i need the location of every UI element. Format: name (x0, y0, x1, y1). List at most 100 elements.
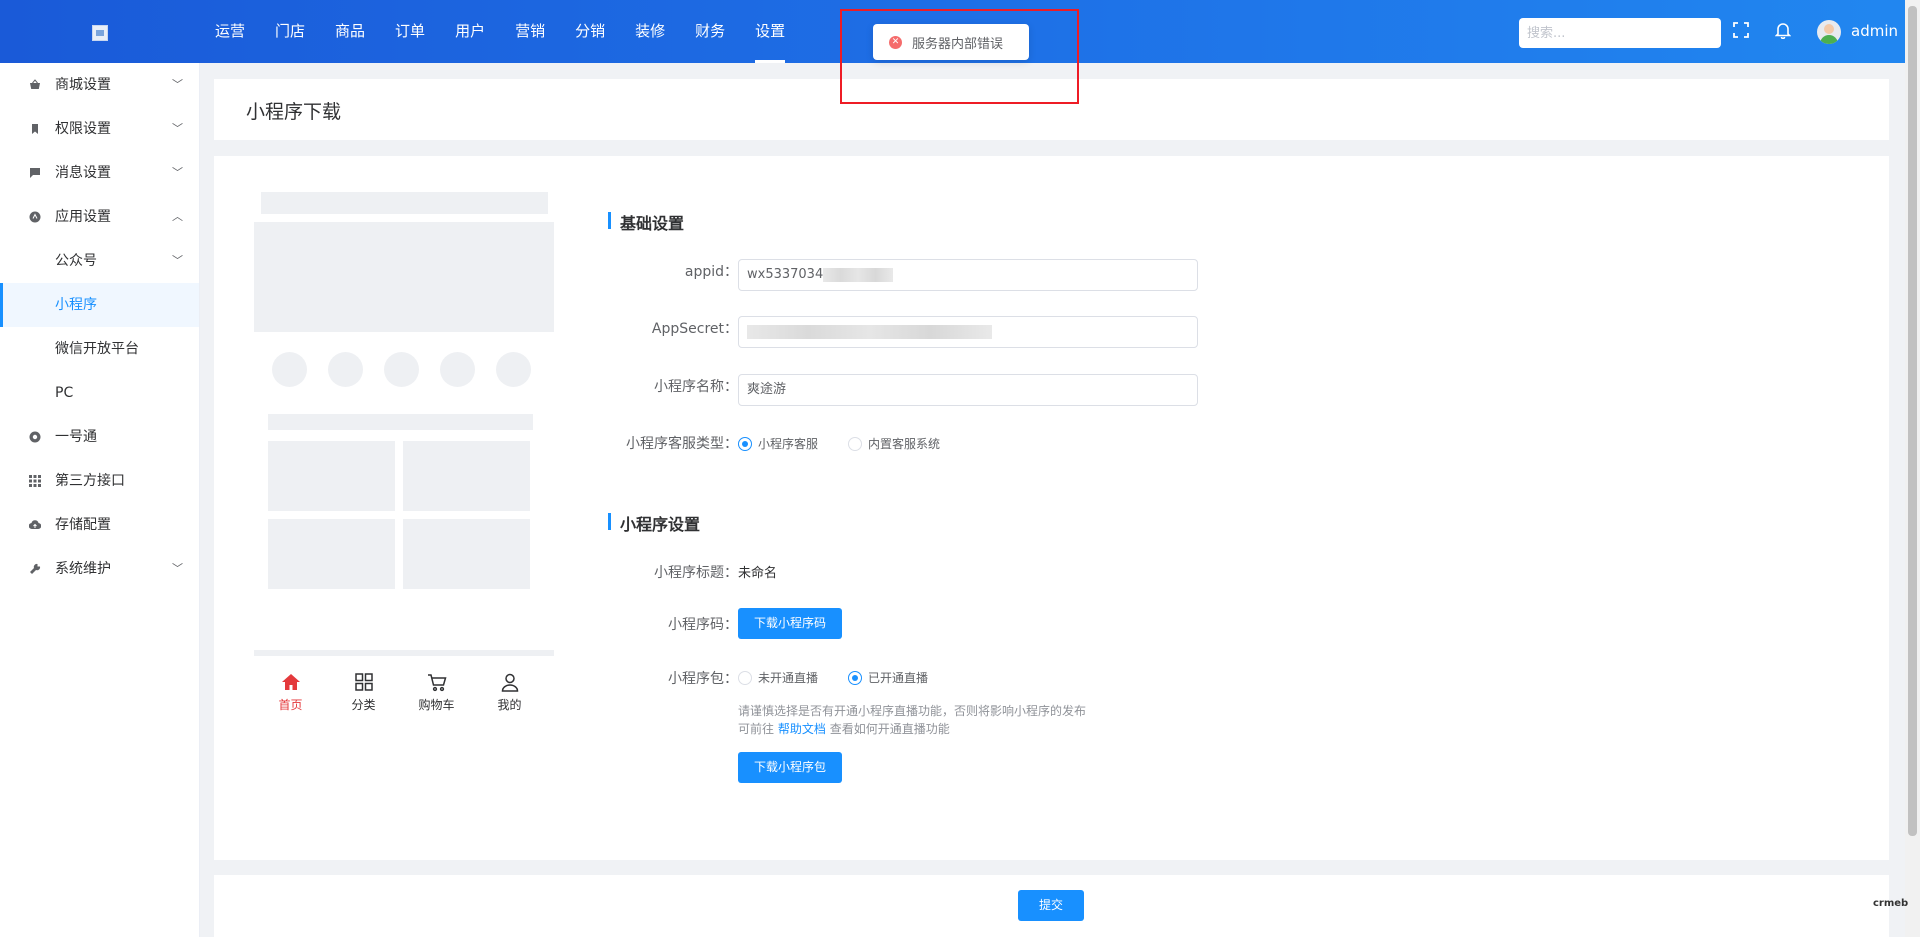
preview-tab-cart: 购物车 (400, 664, 473, 724)
skeleton-card (403, 519, 530, 589)
preview-tab-label: 分类 (351, 698, 376, 712)
help-doc-link[interactable]: 帮助文档 (778, 722, 826, 736)
skeleton-bar (261, 192, 548, 214)
message-icon (30, 168, 40, 178)
radio-label[interactable]: 小程序客服 (758, 435, 818, 452)
preview-tab-mine: 我的 (473, 664, 546, 724)
onepass-icon (29, 431, 41, 443)
fullscreen-icon[interactable] (1733, 22, 1749, 38)
sidebar-item-label: 公众号 (55, 253, 97, 269)
wrench-icon (30, 563, 41, 574)
topnav-marketing[interactable]: 营销 (500, 0, 560, 63)
search-input[interactable] (1519, 18, 1721, 48)
service-option-mini-radio[interactable] (738, 436, 752, 451)
submit-button[interactable]: 提交 (1018, 890, 1084, 921)
cloud-upload-icon (29, 520, 41, 530)
appid-input[interactable]: wx5337034 (738, 259, 1198, 291)
chevron-down-icon: ﹀ (172, 78, 183, 91)
sidebar-item-wechat-open-platform[interactable]: 微信开放平台 (0, 327, 199, 371)
topnav-stores[interactable]: 门店 (260, 0, 320, 63)
topnav-users[interactable]: 用户 (440, 0, 500, 63)
skeleton-card (403, 441, 530, 511)
skeleton-circle (328, 352, 363, 387)
sidebar-item-pc[interactable]: PC (0, 371, 199, 415)
skeleton-circle (272, 352, 307, 387)
download-package-button[interactable]: 下载小程序包 (738, 752, 842, 783)
package-tip: 请谨慎选择是否有开通小程序直播功能，否则将影响小程序的发布 可前往 帮助文档 查… (738, 702, 1086, 738)
page-header: 小程序下载 (214, 79, 1889, 140)
scrollbar-thumb[interactable] (1908, 6, 1917, 836)
sidebar-item-mini-program[interactable]: 小程序 (0, 283, 199, 327)
preview-tab-category: 分类 (327, 664, 400, 724)
avatar[interactable] (1817, 20, 1841, 44)
bookmark-icon (32, 124, 38, 134)
brand-watermark: crmeb (1873, 898, 1909, 909)
chevron-down-icon: ﹀ (172, 166, 183, 179)
preview-tab-label: 我的 (497, 698, 522, 712)
topnav-decoration[interactable]: 装修 (620, 0, 680, 63)
package-label: 小程序包： (668, 671, 738, 687)
package-no-live-radio[interactable] (738, 670, 752, 685)
package-live-radio[interactable] (848, 670, 863, 685)
page-title: 小程序下载 (246, 101, 342, 123)
mini-program-name-input[interactable]: 爽途游 (738, 374, 1198, 406)
skeleton-bar (268, 414, 533, 430)
topnav-orders[interactable]: 订单 (380, 0, 440, 63)
sidebar-item-app-settings[interactable]: 应用设置 ︿ (0, 195, 199, 239)
package-radio-group: 未开通直播 已开通直播 (738, 669, 928, 686)
sidebar-item-label: 权限设置 (55, 121, 111, 137)
appid-label: appid： (684, 264, 738, 280)
mini-program-name-label: 小程序名称： (654, 379, 738, 395)
sidebar-item-official-account[interactable]: 公众号 ﹀ (0, 239, 199, 283)
topnav-settings[interactable]: 设置 (740, 0, 800, 63)
topnav-products[interactable]: 商品 (320, 0, 380, 63)
masked-text (823, 267, 894, 282)
logo-image-icon[interactable] (92, 25, 108, 41)
tip-line: 可前往 帮助文档 查看如何开通直播功能 (738, 720, 1086, 738)
radio-label[interactable]: 未开通直播 (758, 669, 818, 686)
masked-text (747, 324, 992, 339)
sidebar-item-system-maintenance[interactable]: 系统维护 ﹀ (0, 547, 199, 591)
sidebar-item-third-party-api[interactable]: 第三方接口 (0, 459, 199, 503)
basket-icon (30, 79, 40, 89)
radio-label[interactable]: 已开通直播 (868, 669, 928, 686)
radio-label[interactable]: 内置客服系统 (868, 435, 940, 452)
section-title-mini-program: 小程序设置 (608, 511, 700, 535)
sidebar-item-label: 商城设置 (55, 77, 111, 93)
bell-icon[interactable] (1775, 22, 1791, 39)
sidebar-item-mall-settings[interactable]: 商城设置 ﹀ (0, 63, 199, 107)
topnav-finance[interactable]: 财务 (680, 0, 740, 63)
skeleton-card (268, 441, 395, 511)
username[interactable]: admin (1851, 22, 1898, 40)
topnav-operations[interactable]: 运营 (200, 0, 260, 63)
service-type-radio-group: 小程序客服 内置客服系统 (738, 435, 940, 452)
sidebar-item-label: PC (55, 385, 74, 401)
home-icon (281, 674, 300, 690)
appsecret-label: AppSecret： (651, 321, 738, 337)
topnav-distribution[interactable]: 分销 (560, 0, 620, 63)
app-icon (29, 211, 41, 223)
sidebar-item-message-settings[interactable]: 消息设置 ﹀ (0, 151, 199, 195)
tip-line: 请谨慎选择是否有开通小程序直播功能，否则将影响小程序的发布 (738, 704, 1087, 718)
category-icon (354, 673, 373, 691)
toast-message: 服务器内部错误 (912, 36, 1004, 52)
sidebar: 商城设置 ﹀ 权限设置 ﹀ 消息设置 ﹀ 应用设置 ︿ 公众号 ﹀ 小程序 微信… (0, 63, 200, 937)
service-option-builtin-radio[interactable] (848, 436, 863, 451)
section-title-basic: 基础设置 (608, 210, 684, 234)
page-scrollbar[interactable] (1905, 0, 1920, 937)
sidebar-item-label: 系统维护 (55, 561, 111, 577)
error-toast: ✕ 服务器内部错误 (873, 24, 1029, 60)
mini-program-title-label: 小程序标题： (654, 565, 738, 581)
grid-icon (29, 475, 41, 487)
sidebar-item-permission-settings[interactable]: 权限设置 ﹀ (0, 107, 199, 151)
sidebar-item-one-pass[interactable]: 一号通 (0, 415, 199, 459)
sidebar-item-label: 存储配置 (55, 517, 111, 533)
service-type-label: 小程序客服类型： (626, 436, 738, 452)
preview-tab-label: 首页 (278, 698, 303, 712)
appsecret-input[interactable] (738, 316, 1198, 348)
cart-icon (427, 674, 446, 692)
sidebar-item-label: 小程序 (55, 297, 97, 313)
skeleton-banner (254, 222, 554, 332)
sidebar-item-storage-config[interactable]: 存储配置 (0, 503, 199, 547)
download-code-button[interactable]: 下载小程序码 (738, 608, 842, 639)
